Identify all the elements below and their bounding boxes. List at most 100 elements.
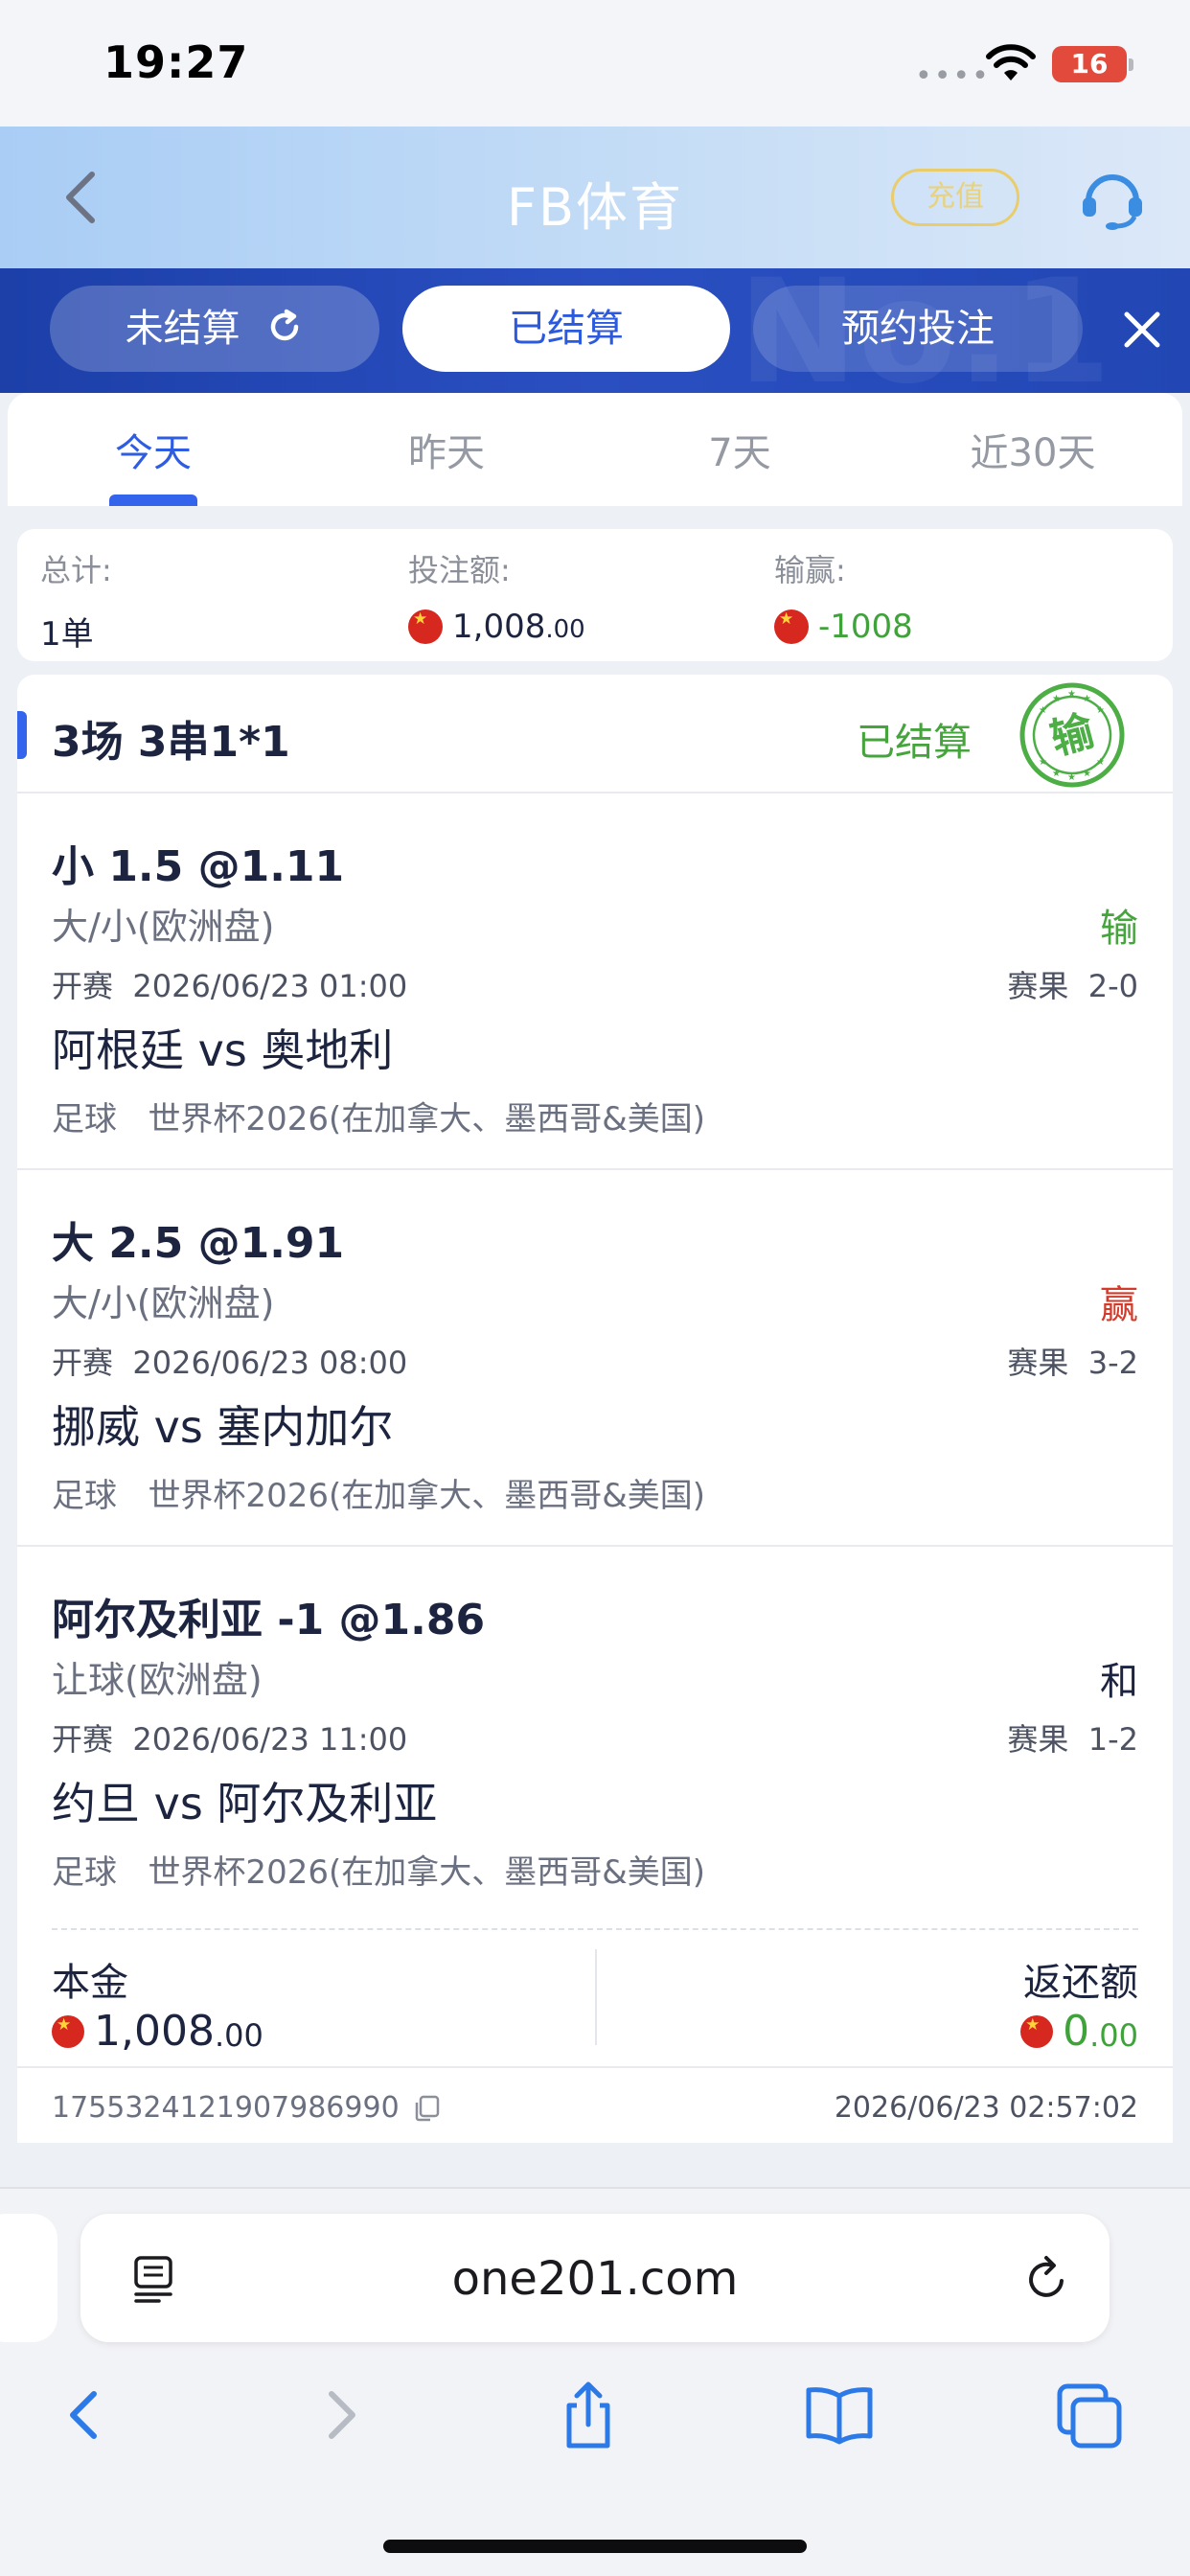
score-value: 3-2 bbox=[1087, 1345, 1138, 1381]
close-icon[interactable] bbox=[1119, 307, 1165, 353]
stake-decimal: .00 bbox=[545, 615, 585, 644]
score-value: 1-2 bbox=[1087, 1721, 1138, 1758]
customer-service-icon[interactable] bbox=[1079, 169, 1146, 230]
share-icon[interactable] bbox=[550, 2377, 627, 2453]
bet-summary: 总计: 1单 投注额: 1,008.00 输赢: -1008 bbox=[17, 529, 1173, 661]
principal-amount: 1,008 bbox=[94, 2007, 215, 2056]
pnl-amount: -1008 bbox=[818, 608, 913, 646]
browser-toolbar: one201.com bbox=[0, 2187, 1190, 2576]
currency-flag-icon bbox=[52, 2014, 84, 2048]
leg-market: 大/小(欧洲盘) bbox=[52, 906, 275, 948]
stake-amount: 1,008 bbox=[452, 608, 546, 646]
bet-leg: 阿尔及利亚 -1 @1.86 让球(欧洲盘) 和 开赛 2026/06/23 1… bbox=[17, 1547, 1173, 1923]
start-time: 2026/06/23 11:00 bbox=[132, 1721, 408, 1758]
status-time: 19:27 bbox=[103, 36, 249, 88]
date-range-tabs: 今天 昨天 7天 近30天 bbox=[8, 393, 1182, 506]
order-id: 1755324121907986990 bbox=[52, 2091, 442, 2125]
accent-bar bbox=[17, 711, 27, 759]
leg-league: 足球 世界杯2026(在加拿大、墨西哥&美国) bbox=[52, 1469, 705, 1516]
leg-start: 开赛 2026/06/23 11:00 bbox=[52, 1715, 407, 1760]
bet-card[interactable]: 3场 3串1*1 已结算 ★ ★ ★ ★ ★ ★ ★ ★ ★ ★ 输 小 1.5 @1.11 大… bbox=[17, 675, 1173, 2143]
svg-text:★: ★ bbox=[1052, 769, 1061, 779]
stamp-text: 输 bbox=[1045, 706, 1100, 765]
cellular-signal-icon: •••• bbox=[915, 59, 991, 93]
bet-amounts: 本金 1,008.00 返还额 0.00 bbox=[17, 1930, 1173, 2068]
tab-30-days[interactable]: 近30天 bbox=[918, 422, 1148, 477]
app-header: FB体育 充值 bbox=[0, 126, 1190, 268]
principal-label: 本金 bbox=[52, 1961, 128, 2005]
leg-market: 让球(欧洲盘) bbox=[52, 1659, 263, 1701]
leg-pick: 小 1.5 @1.11 bbox=[52, 842, 345, 891]
start-label: 开赛 bbox=[52, 1721, 114, 1758]
league-name: 世界杯2026(在加拿大、墨西哥&美国) bbox=[148, 1100, 706, 1138]
tab-settled[interactable]: 已结算 bbox=[402, 286, 730, 372]
currency-flag-icon bbox=[1020, 2014, 1054, 2048]
refresh-icon[interactable] bbox=[265, 308, 304, 346]
league-name: 世界杯2026(在加拿大、墨西哥&美国) bbox=[148, 1477, 706, 1515]
svg-text:★: ★ bbox=[1039, 757, 1047, 768]
order-id-value: 1755324121907986990 bbox=[52, 2091, 400, 2125]
league-name: 世界杯2026(在加拿大、墨西哥&美国) bbox=[148, 1853, 706, 1892]
leg-result: 和 bbox=[1100, 1660, 1138, 1704]
sport-name: 足球 bbox=[52, 1853, 117, 1892]
return-amount: 0 bbox=[1063, 2007, 1090, 2056]
tab-today[interactable]: 今天 bbox=[38, 422, 268, 477]
leg-start: 开赛 2026/06/23 01:00 bbox=[52, 962, 407, 1006]
forward-nav-icon[interactable] bbox=[303, 2377, 379, 2453]
start-time: 2026/06/23 08:00 bbox=[132, 1345, 408, 1381]
bet-footer: 1755324121907986990 2026/06/23 02:57:02 bbox=[17, 2070, 1173, 2143]
leg-score: 赛果 3-2 bbox=[1007, 1339, 1138, 1383]
score-label: 赛果 bbox=[1007, 1721, 1069, 1758]
bet-type: 3场 3串1*1 bbox=[52, 718, 290, 767]
bet-leg: 小 1.5 @1.11 大/小(欧洲盘) 输 开赛 2026/06/23 01:… bbox=[17, 794, 1173, 1170]
address-bar[interactable]: one201.com bbox=[80, 2214, 1110, 2342]
total-value: 1单 bbox=[40, 615, 94, 654]
sport-name: 足球 bbox=[52, 1477, 117, 1515]
leg-market: 大/小(欧洲盘) bbox=[52, 1282, 275, 1324]
svg-text:★: ★ bbox=[1083, 769, 1091, 779]
summary-stake: 投注额: 1,008.00 bbox=[408, 546, 585, 646]
tab-unsettled[interactable]: 未结算 bbox=[50, 286, 379, 372]
bet-status-tabs: No.1 未结算 已结算 预约投注 bbox=[0, 268, 1190, 393]
tabs-icon[interactable] bbox=[1052, 2377, 1129, 2453]
leg-score: 赛果 2-0 bbox=[1007, 962, 1138, 1006]
svg-text:★: ★ bbox=[1052, 694, 1061, 704]
tab-reserved-bets[interactable]: 预约投注 bbox=[753, 286, 1083, 372]
bookmarks-icon[interactable] bbox=[801, 2377, 878, 2453]
score-label: 赛果 bbox=[1007, 1345, 1069, 1381]
tab-yesterday[interactable]: 昨天 bbox=[332, 422, 561, 477]
stake-label: 投注额: bbox=[408, 552, 511, 588]
wifi-icon bbox=[986, 44, 1036, 80]
start-label: 开赛 bbox=[52, 1345, 114, 1381]
currency-flag-icon bbox=[774, 610, 809, 644]
lose-stamp-icon: ★ ★ ★ ★ ★ ★ ★ ★ ★ ★ 输 bbox=[1019, 682, 1125, 788]
pnl-label: 输赢: bbox=[774, 552, 846, 588]
copy-icon[interactable] bbox=[411, 2093, 442, 2124]
leg-result: 输 bbox=[1100, 907, 1138, 951]
recharge-button[interactable]: 充值 bbox=[891, 169, 1019, 226]
pnl-value: -1008 bbox=[774, 608, 913, 646]
order-time: 2026/06/23 02:57:02 bbox=[834, 2091, 1138, 2125]
return-decimal: .00 bbox=[1089, 2016, 1138, 2054]
tab-7-days[interactable]: 7天 bbox=[625, 422, 855, 477]
reload-icon[interactable] bbox=[1023, 2254, 1071, 2304]
status-bar: 19:27 •••• 16 bbox=[0, 0, 1190, 126]
leg-result: 赢 bbox=[1100, 1283, 1138, 1327]
svg-text:★: ★ bbox=[1096, 757, 1105, 768]
vertical-divider bbox=[595, 1949, 597, 2045]
bet-status: 已结算 bbox=[857, 721, 972, 765]
leg-league: 足球 世界杯2026(在加拿大、墨西哥&美国) bbox=[52, 1846, 705, 1893]
battery-icon: 16 bbox=[1052, 46, 1133, 82]
svg-text:★: ★ bbox=[1096, 705, 1105, 716]
bet-card-header: 3场 3串1*1 已结算 ★ ★ ★ ★ ★ ★ ★ ★ ★ ★ 输 bbox=[17, 675, 1173, 794]
return-label: 返还额 bbox=[1023, 1961, 1138, 2005]
start-label: 开赛 bbox=[52, 968, 114, 1004]
home-indicator[interactable] bbox=[383, 2540, 807, 2553]
leg-score: 赛果 1-2 bbox=[1007, 1715, 1138, 1760]
sport-name: 足球 bbox=[52, 1100, 117, 1138]
leg-teams: 挪威 vs 塞内加尔 bbox=[52, 1401, 394, 1453]
principal-decimal: .00 bbox=[214, 2016, 263, 2054]
previous-tab-preview[interactable] bbox=[0, 2214, 57, 2342]
back-nav-icon[interactable] bbox=[46, 2377, 123, 2453]
leg-pick: 大 2.5 @1.91 bbox=[52, 1219, 345, 1268]
